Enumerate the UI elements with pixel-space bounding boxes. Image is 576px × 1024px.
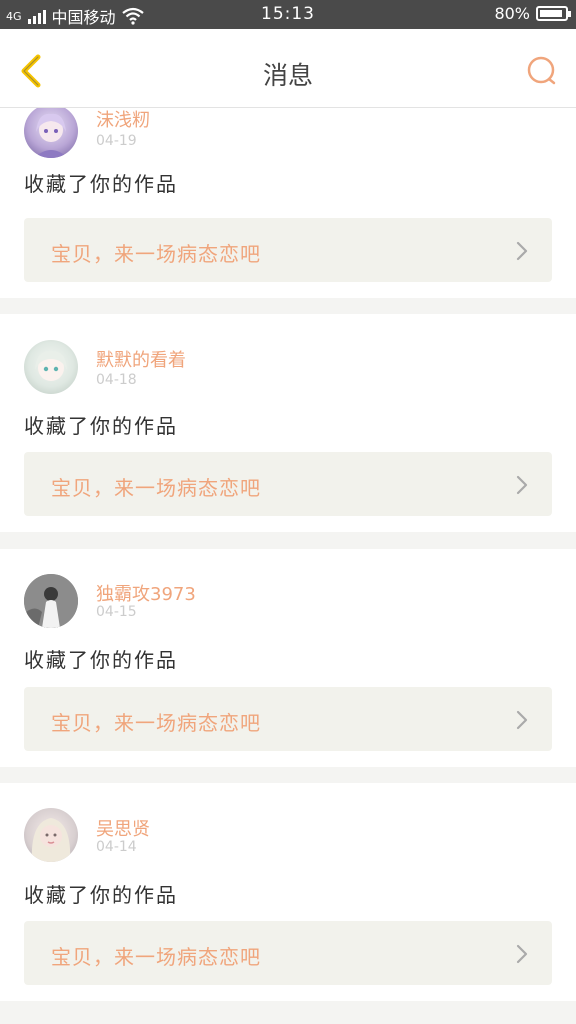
page-title: 消息: [262, 61, 313, 90]
work-title: 宝贝，来一场病态恋吧: [51, 242, 261, 266]
username[interactable]: 独霸攻3973: [96, 580, 196, 606]
message-card: 默默的看着 04-18 收藏了你的作品 宝贝，来一场病态恋吧: [0, 314, 576, 532]
status-bar: 4G 中国移动 15:13 80%: [0, 0, 576, 29]
anime-girl-avatar-image: [35, 350, 67, 381]
chevron-right-icon: [516, 475, 528, 495]
header: 消息: [0, 29, 576, 108]
avatar[interactable]: [24, 574, 78, 628]
battery-icon: [536, 6, 571, 21]
message-list[interactable]: 沫浅籾 04-19 收藏了你的作品 宝贝，来一场病态恋吧 默默的看着 04-18…: [0, 108, 576, 1024]
message-date: 04-15: [96, 604, 137, 620]
status-time: 15:13: [261, 4, 315, 24]
work-title: 宝贝，来一场病态恋吧: [51, 711, 261, 735]
chevron-right-icon: [516, 944, 528, 964]
avatar[interactable]: [24, 340, 78, 394]
message-date: 04-14: [96, 839, 137, 855]
message-action: 收藏了你的作品: [24, 172, 178, 196]
anime-girl-avatar-image: [34, 113, 68, 158]
message-date: 04-18: [96, 372, 137, 388]
work-link[interactable]: 宝贝，来一场病态恋吧: [24, 218, 552, 282]
status-right: 80%: [494, 4, 571, 23]
work-link[interactable]: 宝贝，来一场病态恋吧: [24, 921, 552, 985]
work-link[interactable]: 宝贝，来一场病态恋吧: [24, 687, 552, 751]
work-link[interactable]: 宝贝，来一场病态恋吧: [24, 452, 552, 516]
work-title: 宝贝，来一场病态恋吧: [51, 476, 261, 500]
chevron-right-icon: [516, 710, 528, 730]
message-action: 收藏了你的作品: [24, 414, 178, 438]
message-date: 04-19: [96, 133, 137, 149]
message-action: 收藏了你的作品: [24, 883, 178, 907]
work-title: 宝贝，来一场病态恋吧: [51, 945, 261, 969]
avatar[interactable]: [24, 108, 78, 158]
girl-photo-avatar-image: [31, 818, 71, 862]
girl-photo-avatar-image: [24, 574, 78, 628]
message-card: 独霸攻3973 04-15 收藏了你的作品 宝贝，来一场病态恋吧: [0, 549, 576, 767]
username[interactable]: 吴思贤: [96, 815, 150, 841]
message-card: 吴思贤 04-14 收藏了你的作品 宝贝，来一场病态恋吧: [0, 783, 576, 1001]
username[interactable]: 沫浅籾: [96, 108, 150, 132]
username[interactable]: 默默的看着: [96, 346, 186, 372]
chevron-right-icon: [516, 241, 528, 261]
battery-percent: 80%: [494, 4, 530, 23]
search-icon[interactable]: [524, 53, 560, 89]
message-card: 沫浅籾 04-19 收藏了你的作品 宝贝，来一场病态恋吧: [0, 108, 576, 298]
message-action: 收藏了你的作品: [24, 648, 178, 672]
avatar[interactable]: [24, 808, 78, 862]
